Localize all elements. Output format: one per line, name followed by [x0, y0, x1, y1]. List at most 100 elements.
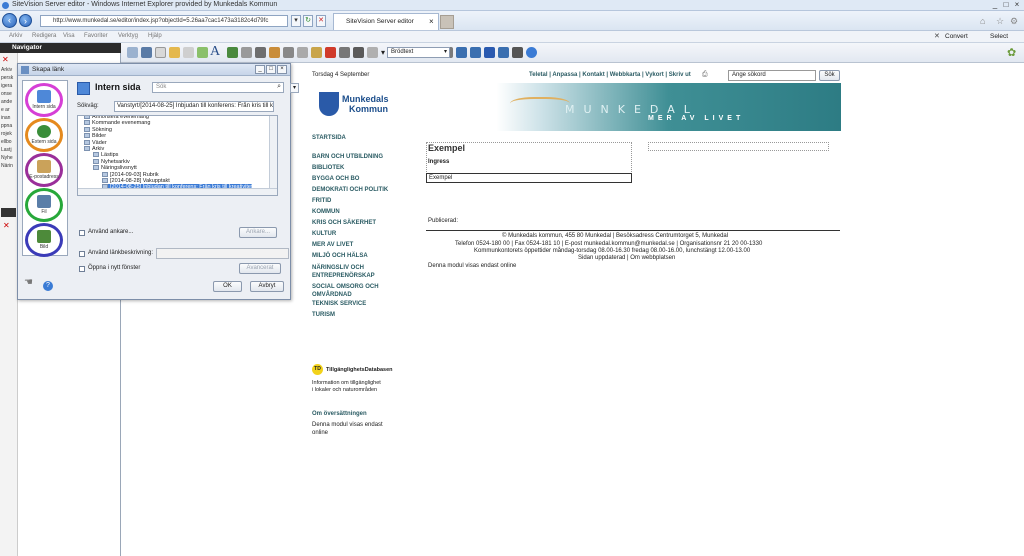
nav-item[interactable]: BARN OCH UTBILDNING [312, 154, 383, 160]
open-new-window-checkbox[interactable] [79, 266, 85, 272]
paragraph-format-select[interactable]: Brödtext ▾ [387, 47, 450, 58]
anchor-icon[interactable] [367, 47, 378, 58]
nav-item[interactable]: FRITID [312, 198, 331, 204]
dialog-close-icon[interactable]: × [277, 65, 287, 74]
menu-item-visa[interactable]: Visa [63, 33, 75, 39]
tree-item[interactable]: Kommande evenemang [84, 120, 150, 126]
top-links[interactable]: Teletal | Anpassa | Kontakt | Webbkarta … [529, 72, 691, 78]
path-field[interactable]: Vanstyrt/[2014-08-25] Inbjudan till konf… [114, 101, 274, 112]
indent-icon[interactable] [456, 47, 467, 58]
module-icon[interactable] [255, 47, 266, 58]
use-description-checkbox[interactable] [79, 251, 85, 257]
dialog-maximize-icon[interactable]: □ [266, 65, 276, 74]
nav-item[interactable]: DEMOKRATI OCH POLITIK [312, 187, 388, 193]
tree-item[interactable]: Sökning [84, 127, 112, 133]
td-title[interactable]: TillgänglighetsDatabasen [326, 367, 393, 373]
close-window-icon[interactable]: × [1012, 1, 1022, 10]
strip-item[interactable]: ellbo [1, 139, 12, 145]
favorites-icon[interactable]: ☆ [996, 16, 1004, 27]
link-icon[interactable] [339, 47, 350, 58]
forward-button[interactable]: › [19, 14, 32, 27]
tree-item[interactable]: Arkiv [84, 146, 104, 152]
nav-item[interactable]: BYGGA OCH BO [312, 176, 359, 182]
nav-item[interactable]: SOCIAL OMSORG OCH OMVÅRDNAD [312, 283, 387, 299]
strip-item[interactable]: Lastj [1, 147, 12, 153]
strip-item[interactable]: Närin [1, 163, 13, 169]
printer-icon[interactable]: ⎙ [702, 71, 708, 79]
strip-item[interactable]: persk [1, 75, 13, 81]
nav-item[interactable]: MILJÖ OCH HÄLSA [312, 253, 368, 259]
address-input[interactable]: http://www.munkedal.se/editor/index.jsp?… [40, 15, 288, 27]
dialog-minimize-icon[interactable]: _ [255, 65, 265, 74]
menu-item-redigera[interactable]: Redigera [32, 33, 56, 39]
close-toolbar-icon[interactable]: ✕ [934, 32, 940, 40]
paste-icon[interactable] [297, 47, 308, 58]
nav-startsida[interactable]: STARTSIDA [312, 135, 346, 141]
nav-item[interactable]: MER AV LIVET [312, 242, 353, 248]
stop-icon[interactable]: ✕ [316, 15, 326, 27]
nav-item[interactable]: KOMMUN [312, 209, 340, 215]
undo-icon[interactable] [311, 47, 322, 58]
new-icon[interactable] [127, 47, 138, 58]
link-type-extern[interactable]: Extern sida [25, 118, 63, 152]
tree-item[interactable]: Annonsera evenemang [84, 116, 149, 120]
strip-item[interactable]: inan [1, 115, 10, 121]
menu-item-verktyg[interactable]: Verktyg [118, 33, 138, 39]
tree-horizontal-scrollbar[interactable] [78, 188, 277, 195]
nav-item[interactable]: KULTUR [312, 231, 336, 237]
properties-icon[interactable] [498, 47, 509, 58]
image-icon[interactable] [227, 47, 238, 58]
dialog-search-input[interactable]: Sök ⌕ [152, 82, 284, 93]
tree-item[interactable]: Bilder [84, 133, 106, 139]
cut-icon[interactable] [283, 47, 294, 58]
outdent-icon[interactable] [470, 47, 481, 58]
description-input[interactable] [156, 248, 289, 259]
advanced-button[interactable]: Avancerat [239, 263, 281, 274]
nav-item[interactable]: TEKNISK SERVICE [312, 301, 366, 307]
hand-icon[interactable]: ☚ [24, 277, 33, 288]
link-type-email[interactable]: E-postadress [25, 153, 63, 187]
content-field[interactable]: Exempel [426, 173, 632, 183]
close-tab-icon[interactable]: × [429, 14, 434, 29]
menu-item-favoriter[interactable]: Favoriter [84, 33, 108, 39]
cancel-button[interactable]: Avbryt [250, 281, 284, 292]
brush-icon[interactable] [269, 47, 280, 58]
strip-item[interactable]: e ar [1, 107, 10, 113]
help-icon[interactable]: ? [43, 281, 53, 291]
back-button[interactable]: ‹ [2, 13, 17, 28]
search-dropdown-icon[interactable]: ▾ [290, 83, 299, 93]
translate-title[interactable]: Om översättningen [312, 411, 367, 417]
tab-sitevision[interactable]: SiteVision Server editor × [333, 13, 439, 30]
tree-item[interactable]: Näringslivsnytt [93, 165, 137, 171]
strip-item[interactable]: Nyhe [1, 155, 13, 161]
new-tab-button[interactable] [440, 15, 454, 29]
close-icon[interactable]: ✕ [3, 221, 10, 230]
menu-item-hjalp[interactable]: Hjälp [148, 33, 162, 39]
link-type-intern[interactable]: Intern sida [25, 83, 63, 117]
insert-icon[interactable] [484, 47, 495, 58]
tree-item[interactable]: [2014-09-03] Rubrik [102, 172, 159, 178]
page-heading[interactable]: Exempel [428, 143, 465, 153]
home-icon[interactable]: ⌂ [980, 16, 985, 26]
nav-item[interactable]: BIBLIOTEK [312, 165, 344, 171]
save-icon[interactable] [141, 47, 152, 58]
strip-item[interactable]: onse [1, 91, 12, 97]
tree-item[interactable]: Nyhetsarkiv [93, 159, 130, 165]
strip-item[interactable]: Arkiv [1, 67, 12, 73]
search-icon[interactable]: ⌕ [277, 82, 281, 91]
nav-item[interactable]: TURISM [312, 312, 335, 318]
page-ingress[interactable]: Ingress [428, 159, 449, 165]
use-anchor-checkbox[interactable] [79, 230, 85, 236]
gear-icon[interactable]: ⚙ [1010, 16, 1018, 27]
leaf-icon[interactable]: ✿ [1007, 46, 1016, 59]
link-type-image[interactable]: Bild [25, 223, 63, 257]
tree-scrollbar[interactable] [269, 116, 277, 188]
strip-item[interactable]: ande [1, 99, 12, 105]
delete-icon[interactable] [325, 47, 336, 58]
preview-icon[interactable] [512, 47, 523, 58]
minimize-icon[interactable]: _ [990, 1, 1000, 10]
maximize-icon[interactable]: □ [1001, 1, 1011, 10]
tree-item[interactable]: Väder [84, 140, 107, 146]
close-icon[interactable]: ✕ [2, 55, 9, 64]
unlink-icon[interactable] [353, 47, 364, 58]
